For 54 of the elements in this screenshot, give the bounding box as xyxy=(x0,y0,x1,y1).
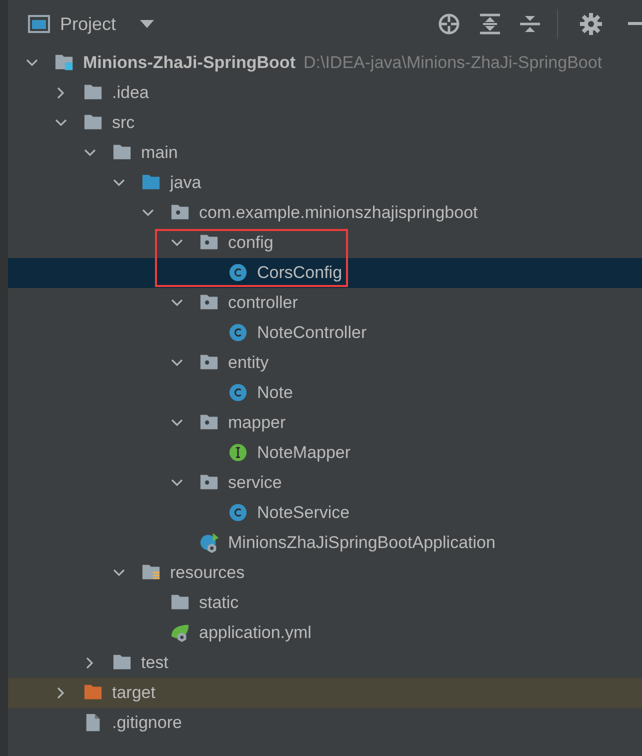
spring-class-icon xyxy=(199,533,219,553)
collapse-all-icon[interactable] xyxy=(519,13,541,35)
module-folder-icon xyxy=(54,53,74,73)
expand-all-icon[interactable] xyxy=(479,13,501,35)
chevron-down-icon[interactable] xyxy=(171,297,183,309)
tree-row[interactable]: static xyxy=(8,588,642,618)
tree-row[interactable]: config xyxy=(8,228,642,258)
chevron-down-icon[interactable] xyxy=(171,357,183,369)
tree-row[interactable]: main xyxy=(8,138,642,168)
tree-row[interactable]: target xyxy=(8,678,642,708)
tree-row[interactable]: .gitignore xyxy=(8,708,642,738)
tree-row[interactable]: mapper xyxy=(8,408,642,438)
chevron-down-icon[interactable] xyxy=(55,117,67,129)
tree-row[interactable]: NoteController xyxy=(8,318,642,348)
tree-row[interactable]: Note xyxy=(8,378,642,408)
window-icon xyxy=(28,15,50,33)
tree-row[interactable]: NoteService xyxy=(8,498,642,528)
locate-icon[interactable] xyxy=(437,12,461,36)
chevron-down-icon[interactable] xyxy=(26,57,38,69)
settings-icon[interactable] xyxy=(580,13,602,35)
tree-row[interactable]: Minions-ZhaJi-SpringBoot D:\IDEA-java\Minions-ZhaJi-SpringBoot xyxy=(8,48,642,78)
chevron-down-icon[interactable] xyxy=(84,147,96,159)
class-icon xyxy=(228,323,248,343)
tree-row[interactable]: com.example.minionszhajispringboot xyxy=(8,198,642,228)
interface-icon xyxy=(228,443,248,463)
chevron-down-icon[interactable] xyxy=(142,207,154,219)
tree-row[interactable]: service xyxy=(8,468,642,498)
chevron-right-icon[interactable] xyxy=(84,657,96,669)
tree-row[interactable]: src xyxy=(8,108,642,138)
tree-row[interactable]: java xyxy=(8,168,642,198)
class-icon xyxy=(228,263,248,283)
tree-row[interactable]: .idea xyxy=(8,78,642,108)
dropdown-caret-icon[interactable] xyxy=(140,20,154,28)
class-icon xyxy=(228,383,248,403)
tree-row[interactable]: resources xyxy=(8,558,642,588)
chevron-down-icon[interactable] xyxy=(113,567,125,579)
chevron-down-icon[interactable] xyxy=(171,477,183,489)
tree-row[interactable]: entity xyxy=(8,348,642,378)
project-path: D:\IDEA-java\Minions-ZhaJi-SpringBoot xyxy=(303,53,602,73)
tree-row[interactable]: test xyxy=(8,648,642,678)
chevron-down-icon[interactable] xyxy=(171,417,183,429)
tree-row[interactable]: CorsConfig xyxy=(8,258,642,288)
tree-row[interactable]: MinionsZhaJiSpringBootApplication xyxy=(8,528,642,558)
chevron-down-icon[interactable] xyxy=(171,237,183,249)
chevron-right-icon[interactable] xyxy=(55,87,67,99)
class-icon xyxy=(228,503,248,523)
chevron-right-icon[interactable] xyxy=(55,687,67,699)
chevron-down-icon[interactable] xyxy=(113,177,125,189)
tree-row[interactable]: application.yml xyxy=(8,618,642,648)
tree-row[interactable]: NoteMapper xyxy=(8,438,642,468)
spring-leaf-icon xyxy=(170,623,190,643)
minimize-icon[interactable] xyxy=(628,22,642,26)
tree-row[interactable]: controller xyxy=(8,288,642,318)
panel-title: Project xyxy=(60,14,116,34)
